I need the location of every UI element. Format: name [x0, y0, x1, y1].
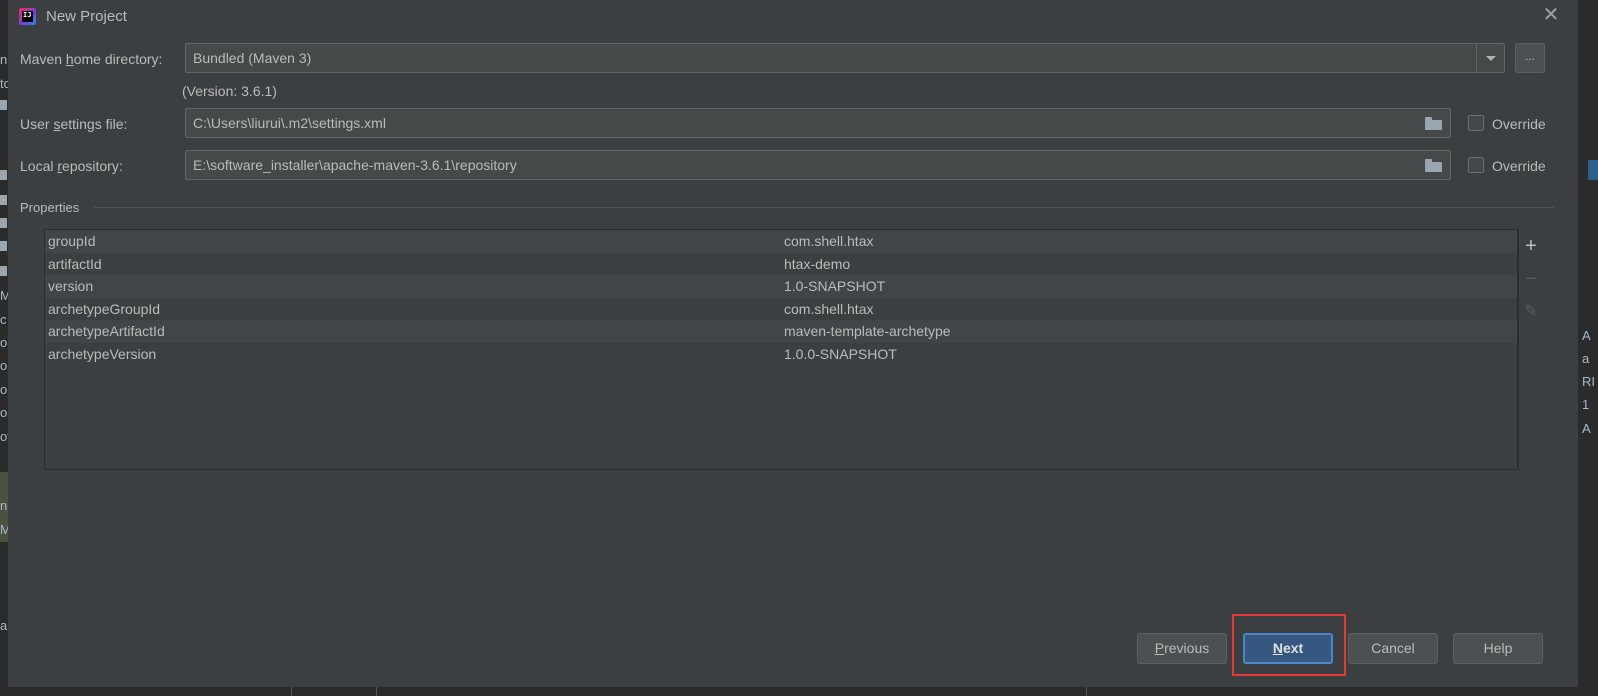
bg-text-fragment: RI	[1582, 374, 1595, 389]
local-repository-label: Local repository:	[20, 158, 123, 174]
bg-text-fragment: a	[1582, 351, 1590, 366]
maven-home-label: Maven home directory:	[20, 51, 163, 67]
property-value: 1.0-SNAPSHOT	[784, 278, 886, 294]
property-value: com.shell.htax	[784, 300, 874, 317]
bg-accent	[1588, 160, 1598, 180]
property-key: archetypeArtifactId	[48, 323, 165, 339]
local-repository-field[interactable]: E:\software_installer\apache-maven-3.6.1…	[185, 150, 1451, 180]
folder-icon[interactable]	[1425, 159, 1442, 172]
property-value: htax-demo	[784, 255, 851, 272]
table-row[interactable]: archetypeVersion 1.0.0-SNAPSHOT	[45, 343, 1517, 366]
property-key: archetypeGroupId	[48, 300, 161, 317]
background-ide-right: A a RI 1 A	[1578, 0, 1598, 696]
bg-divider	[1086, 687, 1087, 696]
table-row[interactable]: archetypeArtifactId maven-template-arche…	[45, 320, 1517, 343]
bg-icon	[0, 266, 7, 276]
folder-icon[interactable]	[1425, 117, 1442, 130]
maven-version-note: (Version: 3.6.1)	[182, 83, 277, 99]
bg-text-fragment: A	[1582, 328, 1591, 343]
title-bar: IJ New Project ✕	[8, 0, 1578, 34]
bg-icon	[0, 170, 7, 180]
properties-section-label: Properties	[20, 200, 80, 215]
next-button-highlight-box	[1232, 614, 1346, 676]
bg-icon	[0, 218, 7, 228]
bg-divider	[376, 687, 377, 696]
close-icon[interactable]: ✕	[1541, 5, 1561, 25]
property-value: 1.0.0-SNAPSHOT	[784, 345, 897, 362]
user-settings-override-label[interactable]: Override	[1492, 116, 1546, 132]
bg-divider	[291, 687, 292, 696]
properties-separator	[94, 207, 1554, 208]
bg-icon	[0, 100, 7, 110]
property-value: com.shell.htax	[784, 233, 874, 249]
bg-icon	[0, 195, 7, 205]
property-key: artifactId	[48, 255, 102, 272]
property-key: groupId	[48, 233, 96, 249]
previous-button[interactable]: Previous	[1137, 633, 1227, 664]
table-toolbar-divider	[1518, 229, 1519, 470]
property-key: archetypeVersion	[48, 345, 157, 362]
intellij-logo-icon: IJ	[19, 8, 36, 25]
table-row[interactable]: version 1.0-SNAPSHOT	[45, 275, 1517, 298]
help-button[interactable]: Help	[1453, 633, 1543, 664]
local-repository-value: E:\software_installer\apache-maven-3.6.1…	[193, 157, 517, 173]
edit-property-icon[interactable]: ✎	[1521, 302, 1541, 322]
bg-text-fragment: A	[1582, 421, 1591, 436]
background-ide-bottom	[0, 687, 1598, 696]
property-value: maven-template-archetype	[784, 323, 951, 339]
new-project-dialog: IJ New Project ✕ Maven home directory: B…	[8, 0, 1578, 687]
remove-property-icon[interactable]: −	[1521, 269, 1541, 289]
table-row[interactable]: artifactId htax-demo	[45, 253, 1517, 276]
table-row[interactable]: groupId com.shell.htax	[45, 230, 1517, 253]
user-settings-value: C:\Users\liurui\.m2\settings.xml	[193, 115, 386, 131]
local-repository-override-label[interactable]: Override	[1492, 158, 1546, 174]
properties-table[interactable]: groupId com.shell.htax artifactId htax-d…	[44, 229, 1518, 470]
window-title: New Project	[46, 8, 127, 25]
local-repository-override-checkbox[interactable]	[1468, 157, 1484, 173]
cancel-button[interactable]: Cancel	[1348, 633, 1438, 664]
maven-home-combobox[interactable]: Bundled (Maven 3)	[185, 43, 1505, 73]
table-row[interactable]: archetypeGroupId com.shell.htax	[45, 298, 1517, 321]
property-key: version	[48, 278, 94, 294]
bg-text-fragment: 1	[1582, 397, 1590, 412]
maven-home-value: Bundled (Maven 3)	[193, 50, 312, 66]
bg-icon	[0, 241, 7, 251]
maven-home-browse-button[interactable]: ...	[1515, 43, 1545, 73]
user-settings-label: User settings file:	[20, 116, 128, 132]
add-property-icon[interactable]: +	[1521, 236, 1541, 256]
user-settings-field[interactable]: C:\Users\liurui\.m2\settings.xml	[185, 108, 1451, 138]
chevron-down-icon[interactable]	[1476, 44, 1504, 72]
user-settings-override-checkbox[interactable]	[1468, 115, 1484, 131]
